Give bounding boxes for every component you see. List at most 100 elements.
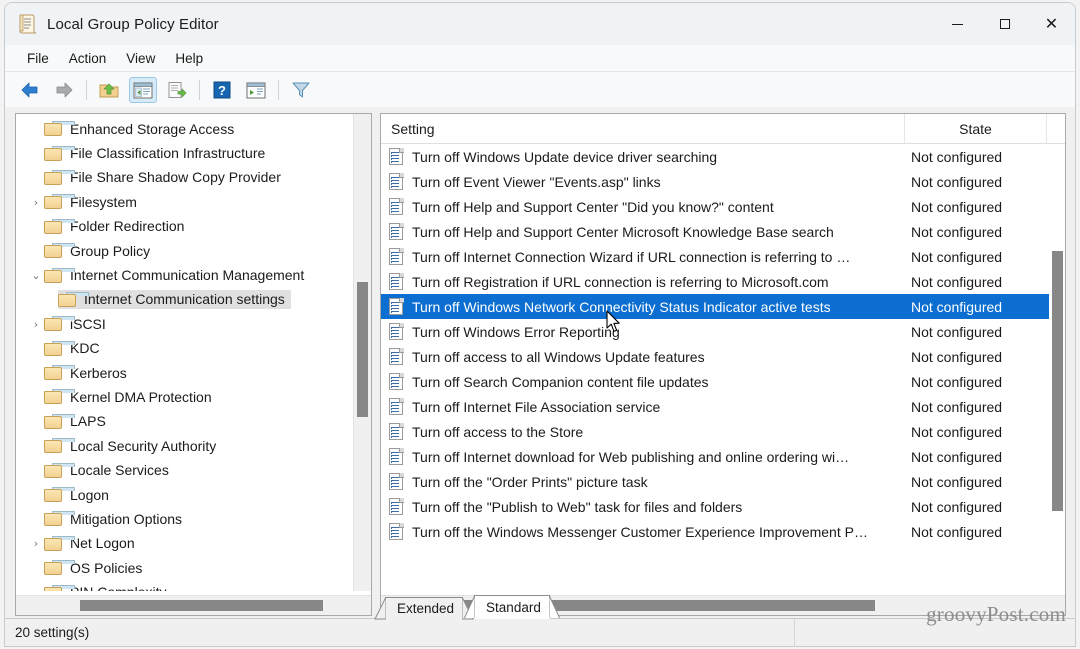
tree-node[interactable]: LAPS	[16, 410, 354, 434]
chevron-down-icon[interactable]: ⌄	[28, 269, 44, 282]
folder-icon	[44, 438, 75, 454]
tree-node-label: Folder Redirection	[70, 218, 185, 235]
policy-setting-icon	[389, 148, 404, 165]
column-header-state[interactable]: State	[905, 114, 1047, 143]
table-row[interactable]: Turn off Registration if URL connection …	[381, 269, 1065, 294]
table-row[interactable]: Turn off Event Viewer "Events.asp" links…	[381, 169, 1065, 194]
tree-horizontal-scrollbar-thumb[interactable]	[80, 600, 323, 611]
minimize-button[interactable]	[934, 3, 981, 45]
tree-node-list: Enhanced Storage Access File Classificati…	[16, 114, 354, 591]
tree-node-content: Mitigation Options	[44, 510, 188, 529]
table-row[interactable]: Turn off Windows Update device driver se…	[381, 144, 1065, 169]
column-header-spare	[1047, 114, 1065, 143]
chevron-right-icon[interactable]: ›	[28, 537, 44, 550]
tree-vertical-scrollbar-thumb[interactable]	[357, 282, 368, 417]
list-vertical-scrollbar[interactable]	[1049, 173, 1065, 574]
menu-item-help[interactable]: Help	[165, 48, 213, 69]
setting-cell: Turn off access to the Store	[381, 423, 905, 440]
tree-node[interactable]: › iSCSI	[16, 312, 354, 336]
tree-node[interactable]: PIN Complexity	[16, 580, 354, 591]
table-row[interactable]: Turn off Windows Error Reporting Not conf…	[381, 319, 1065, 344]
table-row[interactable]: Turn off the "Publish to Web" task for f…	[381, 494, 1065, 519]
tree-node[interactable]: Enhanced Storage Access	[16, 117, 354, 141]
table-row[interactable]: Turn off Search Companion content file u…	[381, 369, 1065, 394]
setting-label: Turn off access to all Windows Update fe…	[412, 348, 705, 365]
menu-item-action[interactable]: Action	[59, 48, 117, 69]
tree-node-content: PIN Complexity	[44, 583, 172, 591]
tree-node-label: Internet Communication settings	[84, 291, 285, 308]
table-row[interactable]: Turn off Help and Support Center Microso…	[381, 219, 1065, 244]
table-row[interactable]: Turn off Internet File Association servi…	[381, 394, 1065, 419]
folder-icon	[44, 365, 75, 381]
tree-node[interactable]: Local Security Authority	[16, 434, 354, 458]
tree-node[interactable]: › Net Logon	[16, 532, 354, 556]
tree-node[interactable]: Internet Communication settings	[16, 288, 354, 312]
tree-node[interactable]: File Classification Infrastructure	[16, 141, 354, 165]
forward-button[interactable]	[50, 77, 78, 103]
tree-node[interactable]: ⌄ Internet Communication Management	[16, 263, 354, 287]
setting-label: Turn off Internet Connection Wizard if U…	[412, 248, 851, 265]
state-cell: Not configured	[911, 523, 1003, 540]
tab-standard[interactable]: Standard	[463, 595, 560, 619]
tree-node[interactable]: Kerberos	[16, 361, 354, 385]
chevron-right-icon[interactable]: ›	[28, 196, 44, 209]
setting-cell: Turn off Windows Error Reporting	[381, 323, 905, 340]
table-row[interactable]: Turn off Windows Network Connectivity St…	[381, 294, 1065, 319]
tree-node[interactable]: Kernel DMA Protection	[16, 385, 354, 409]
table-row[interactable]: Turn off the "Order Prints" picture task…	[381, 469, 1065, 494]
tree-horizontal-scrollbar[interactable]	[16, 595, 371, 615]
tree-node[interactable]: Group Policy	[16, 239, 354, 263]
folder-icon	[44, 535, 75, 551]
tree-node[interactable]: › Filesystem	[16, 190, 354, 214]
filter-funnel-icon	[292, 82, 310, 98]
column-header-setting[interactable]: Setting	[381, 114, 905, 143]
status-spare-segment	[795, 619, 1075, 646]
tree-node[interactable]: Logon	[16, 483, 354, 507]
tree-vertical-scrollbar[interactable]	[353, 114, 371, 591]
tree-node-content: Enhanced Storage Access	[44, 120, 240, 139]
close-button[interactable]: ✕	[1028, 3, 1075, 45]
tab-extended[interactable]: Extended	[374, 597, 474, 620]
tree-node[interactable]: Locale Services	[16, 458, 354, 482]
folder-icon	[44, 316, 75, 332]
tree-node-label: Kernel DMA Protection	[70, 388, 212, 405]
tree-node[interactable]: KDC	[16, 337, 354, 361]
setting-label: Turn off Internet File Association servi…	[412, 398, 661, 415]
help-button[interactable]: ?	[208, 77, 236, 103]
setting-label: Turn off Search Companion content file u…	[412, 373, 709, 390]
toolbar-separator	[86, 80, 87, 100]
maximize-button[interactable]	[981, 3, 1028, 45]
menu-item-file[interactable]: File	[17, 48, 59, 69]
folder-icon	[44, 145, 75, 161]
folder-icon	[58, 291, 89, 307]
tree-node[interactable]: OS Policies	[16, 556, 354, 580]
table-row[interactable]: Turn off Internet Connection Wizard if U…	[381, 244, 1065, 269]
up-one-level-button[interactable]	[95, 77, 123, 103]
table-row[interactable]: Turn off access to all Windows Update fe…	[381, 344, 1065, 369]
chevron-right-icon[interactable]: ›	[28, 318, 44, 331]
setting-label: Turn off Registration if URL connection …	[412, 273, 829, 290]
tree-node[interactable]: Folder Redirection	[16, 215, 354, 239]
forward-arrow-icon	[56, 82, 73, 98]
tree-node[interactable]: File Share Shadow Copy Provider	[16, 166, 354, 190]
tree-node-content: OS Policies	[44, 559, 148, 578]
tree-node[interactable]: Mitigation Options	[16, 507, 354, 531]
list-vertical-scrollbar-thumb[interactable]	[1052, 251, 1063, 511]
table-row[interactable]: Turn off Help and Support Center "Did yo…	[381, 194, 1065, 219]
show-hide-action-pane-button[interactable]	[242, 77, 270, 103]
table-row[interactable]: Turn off access to the Store Not configur…	[381, 419, 1065, 444]
table-row[interactable]: Turn off the Windows Messenger Customer …	[381, 519, 1065, 544]
export-list-button[interactable]	[163, 77, 191, 103]
tree-node-content: Locale Services	[44, 461, 175, 480]
state-cell: Not configured	[911, 148, 1003, 165]
filter-button[interactable]	[287, 77, 315, 103]
tab-left-slant	[374, 597, 386, 620]
tree-node-content: Net Logon	[44, 534, 141, 553]
back-button[interactable]	[16, 77, 44, 103]
table-row[interactable]: Turn off Internet download for Web publi…	[381, 444, 1065, 469]
title-bar: Local Group Policy Editor ✕	[5, 3, 1075, 45]
menu-item-view[interactable]: View	[116, 48, 165, 69]
show-hide-console-tree-button[interactable]	[129, 77, 157, 103]
policy-setting-icon	[389, 373, 404, 390]
tree-node-content: File Classification Infrastructure	[44, 144, 271, 163]
